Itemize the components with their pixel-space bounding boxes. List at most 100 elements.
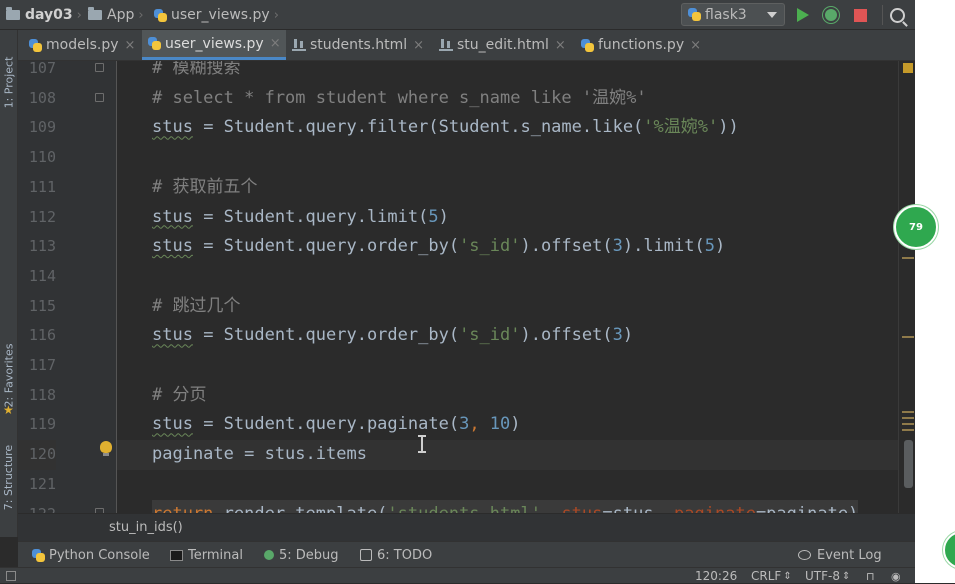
event-log-label: Event Log (817, 547, 882, 563)
line-number: 109 (28, 118, 56, 137)
fold-marker-icon[interactable] (95, 63, 104, 72)
python-console-icon (32, 548, 45, 562)
breadcrumb-function[interactable]: stu_in_ids() (109, 520, 183, 535)
code-token: = Student.query.filter(Student.s_name.li… (192, 117, 644, 138)
vertical-scrollbar-thumb[interactable] (904, 440, 913, 488)
code-line-108: # select * from student where s_name lik… (152, 87, 647, 108)
variable-token: stus (152, 206, 193, 227)
chevron-right-icon: › (138, 7, 144, 23)
code-line-115: # 跳过几个 (152, 295, 241, 316)
line-number: 121 (28, 474, 56, 493)
project-tool-tab[interactable]: 1: Project (0, 42, 18, 122)
lock-icon[interactable]: ⊓ (866, 568, 875, 584)
terminal-button[interactable]: Terminal (170, 542, 243, 568)
folder-name: App (107, 7, 135, 23)
status-bar: 120:26 CRLF ⇕ UTF-8 ⇕ ⊓ ◉ (0, 567, 915, 583)
play-icon (797, 8, 809, 22)
desktop-background (915, 0, 955, 583)
text-cursor-icon (418, 435, 426, 453)
tab-students-html[interactable]: students.html × (287, 30, 433, 60)
code-line-107: # 模糊搜索 (152, 61, 241, 78)
stop-button[interactable] (849, 4, 871, 26)
code-token: =paginate) (756, 504, 858, 514)
code-token: = Student.query.limit( (192, 206, 429, 227)
run-config-dropdown[interactable]: flask3 (681, 3, 785, 26)
line-number: 116 (28, 326, 56, 345)
marker-stripe[interactable] (902, 257, 914, 259)
code-token: ).offset( (520, 236, 613, 257)
code-editor[interactable]: # 模糊搜索 # select * from student where s_n… (117, 61, 898, 513)
number-token: 5 (704, 236, 715, 257)
nav-crumb-folder[interactable]: App › (88, 0, 144, 30)
marker-stripe[interactable] (902, 411, 914, 413)
warning-marker-icon[interactable] (903, 63, 913, 73)
python-icon (688, 8, 701, 21)
structure-tool-tab[interactable]: 7: Structure (0, 432, 18, 522)
number-token: 5 (428, 206, 439, 227)
marker-stripe[interactable] (902, 336, 914, 338)
line-number: 122 (18, 500, 56, 514)
code-line-119: stus = Student.query.paginate(3, 10) (152, 410, 521, 440)
tool-windows-toggle-icon[interactable] (6, 571, 16, 581)
fold-marker-icon[interactable] (95, 93, 104, 102)
todo-label: 6: TODO (377, 547, 433, 563)
tab-user-views-py[interactable]: user_views.py × (142, 30, 286, 60)
updown-icon: ⇕ (783, 570, 792, 582)
debug-button[interactable] (820, 4, 842, 26)
line-separator[interactable]: CRLF ⇕ (751, 568, 792, 584)
html-file-icon (439, 39, 453, 51)
code-token: , (469, 414, 490, 435)
inspector-icon[interactable]: ◉ (891, 568, 901, 584)
chevron-right-icon: › (273, 7, 279, 23)
code-line-118: # 分页 (152, 384, 207, 405)
close-icon[interactable]: × (413, 38, 424, 53)
line-number: 107 (28, 61, 56, 77)
nav-crumb-file[interactable]: user_views.py › (154, 0, 279, 30)
run-button[interactable] (792, 4, 814, 26)
tab-functions-py[interactable]: functions.py × (576, 30, 716, 60)
code-token: ) (622, 325, 634, 346)
line-number: 117 (28, 356, 56, 374)
code-token: ) (438, 206, 449, 227)
tab-stu-edit-html[interactable]: stu_edit.html × (434, 30, 576, 60)
chevron-right-icon: › (76, 7, 82, 23)
marker-stripe[interactable] (902, 423, 914, 425)
line-number: 115 (28, 296, 56, 315)
code-line-111: # 获取前五个 (152, 176, 258, 197)
close-icon[interactable]: × (555, 38, 566, 53)
floating-badge[interactable]: 79 (894, 205, 938, 249)
close-icon[interactable]: × (125, 38, 136, 53)
code-token: ) (510, 414, 521, 435)
code-token: ) (715, 236, 726, 257)
code-line-116: stus = Student.query.order_by('s_id').of… (152, 321, 633, 351)
debug-tool-button[interactable]: 5: Debug (264, 542, 339, 568)
python-file-icon (154, 8, 167, 22)
speech-bubble-icon (798, 550, 811, 560)
python-console-label: Python Console (49, 547, 150, 563)
search-everywhere-button[interactable] (886, 4, 908, 26)
search-icon (889, 7, 905, 23)
tab-models-py[interactable]: models.py × (24, 30, 142, 60)
file-encoding[interactable]: UTF-8 ⇕ (805, 568, 850, 584)
close-icon[interactable]: × (690, 38, 701, 53)
marker-stripe[interactable] (902, 417, 914, 419)
tab-label: stu_edit.html (457, 37, 549, 53)
code-token: )) (718, 117, 739, 138)
python-console-button[interactable]: Python Console (32, 542, 150, 568)
encoding-label: UTF-8 (805, 569, 840, 583)
todo-button[interactable]: 6: TODO (360, 542, 432, 568)
project-name: day03 (25, 7, 73, 23)
event-log-button[interactable]: Event Log (798, 542, 882, 568)
navigation-bar: day03 › App › user_views.py › flask3 (0, 0, 915, 30)
line-number: 108 (28, 88, 56, 107)
string-token: 'students.html' (387, 504, 541, 514)
variable-token: stus (152, 325, 193, 346)
folder-icon (6, 7, 20, 20)
caret-position[interactable]: 120:26 (695, 568, 737, 584)
python-file-icon (148, 37, 161, 50)
marker-stripe[interactable] (902, 429, 914, 431)
nav-crumb-project[interactable]: day03 › (6, 0, 82, 30)
intention-bulb-icon[interactable] (100, 441, 112, 456)
close-icon[interactable]: × (270, 36, 281, 51)
code-token: = Student.query.paginate( (192, 414, 460, 435)
